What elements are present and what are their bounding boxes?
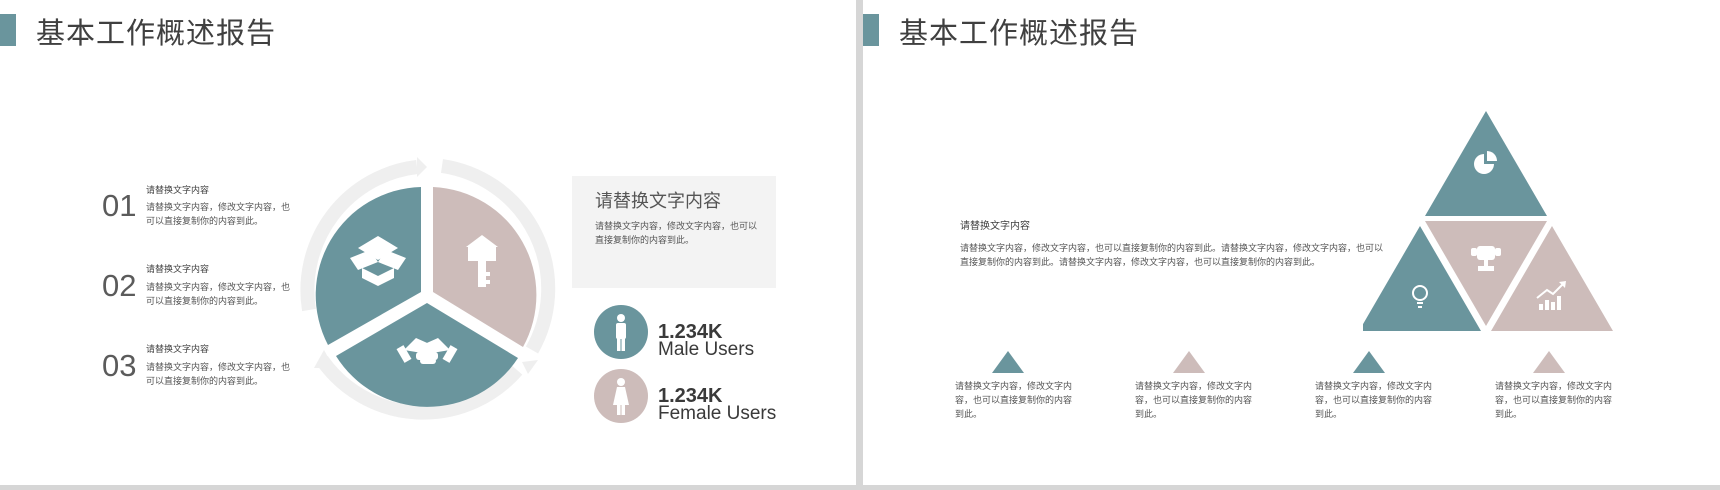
item-number: 01 <box>102 188 137 223</box>
info-box: 请替换文字内容 请替换文字内容，修改文字内容，也可以直接复制你的内容到此。 <box>572 176 776 288</box>
item-body: 请替换文字内容，修改文字内容，也可以直接复制你的内容到此。 <box>146 363 291 387</box>
slide-title: 基本工作概述报告 <box>36 16 277 50</box>
ring-arrow-head <box>417 157 427 177</box>
title-accent-bar <box>0 14 16 46</box>
item-heading: 请替换文字内容 <box>146 345 210 355</box>
slide-1: 基本工作概述报告 01 请替换文字内容 请替换文字内容，修改文字内容，也可以直接… <box>0 0 856 485</box>
item-number: 02 <box>102 268 137 303</box>
item-number: 03 <box>102 348 137 383</box>
cycle-diagram <box>300 157 556 420</box>
female-users-label: Female Users <box>658 403 777 424</box>
info-box-heading: 请替换文字内容 <box>595 191 721 212</box>
bottom-item-text: 请替换文字内容，修改文字内容，也可以直接复制你的内容到此。 <box>1315 382 1433 420</box>
ring-arrow-head <box>314 350 334 368</box>
bottom-item-text: 请替换文字内容，修改文字内容，也可以直接复制你的内容到此。 <box>955 382 1073 420</box>
item-body: 请替换文字内容，修改文字内容，也可以直接复制你的内容到此。 <box>146 203 291 227</box>
marker-triangle-teal <box>1353 351 1385 373</box>
bottom-item-text: 请替换文字内容，修改文字内容，也可以直接复制你的内容到此。 <box>1495 382 1613 420</box>
triangle-top <box>1425 111 1547 216</box>
slide-2: 基本工作概述报告 请替换文字内容 请替换文字内容，修改文字内容，也可以直接复制你… <box>863 0 1720 485</box>
item-heading: 请替换文字内容 <box>146 186 210 196</box>
ring-arrow-head <box>522 360 538 374</box>
item-body: 请替换文字内容，修改文字内容，也可以直接复制你的内容到此。 <box>146 283 291 307</box>
content-heading: 请替换文字内容 <box>960 221 1030 232</box>
triangle-pyramid <box>1363 111 1613 331</box>
female-user-icon <box>613 378 629 415</box>
bottom-item-text: 请替换文字内容，修改文字内容，也可以直接复制你的内容到此。 <box>1135 382 1253 420</box>
marker-triangle-pink <box>1173 351 1205 373</box>
content-body: 请替换文字内容，修改文字内容，也可以直接复制你的内容到此。请替换文字内容，修改文… <box>960 244 1384 268</box>
marker-triangle-teal <box>992 351 1024 373</box>
item-heading: 请替换文字内容 <box>146 265 210 275</box>
female-user-badge <box>594 369 648 423</box>
male-users-label: Male Users <box>658 339 755 360</box>
male-user-icon <box>616 314 626 351</box>
male-user-badge <box>594 305 648 359</box>
title-accent-bar <box>863 14 879 46</box>
info-box-body: 请替换文字内容，修改文字内容，也可以直接复制你的内容到此。 <box>595 222 758 246</box>
slide-title: 基本工作概述报告 <box>899 16 1140 50</box>
marker-triangle-pink <box>1533 351 1565 373</box>
